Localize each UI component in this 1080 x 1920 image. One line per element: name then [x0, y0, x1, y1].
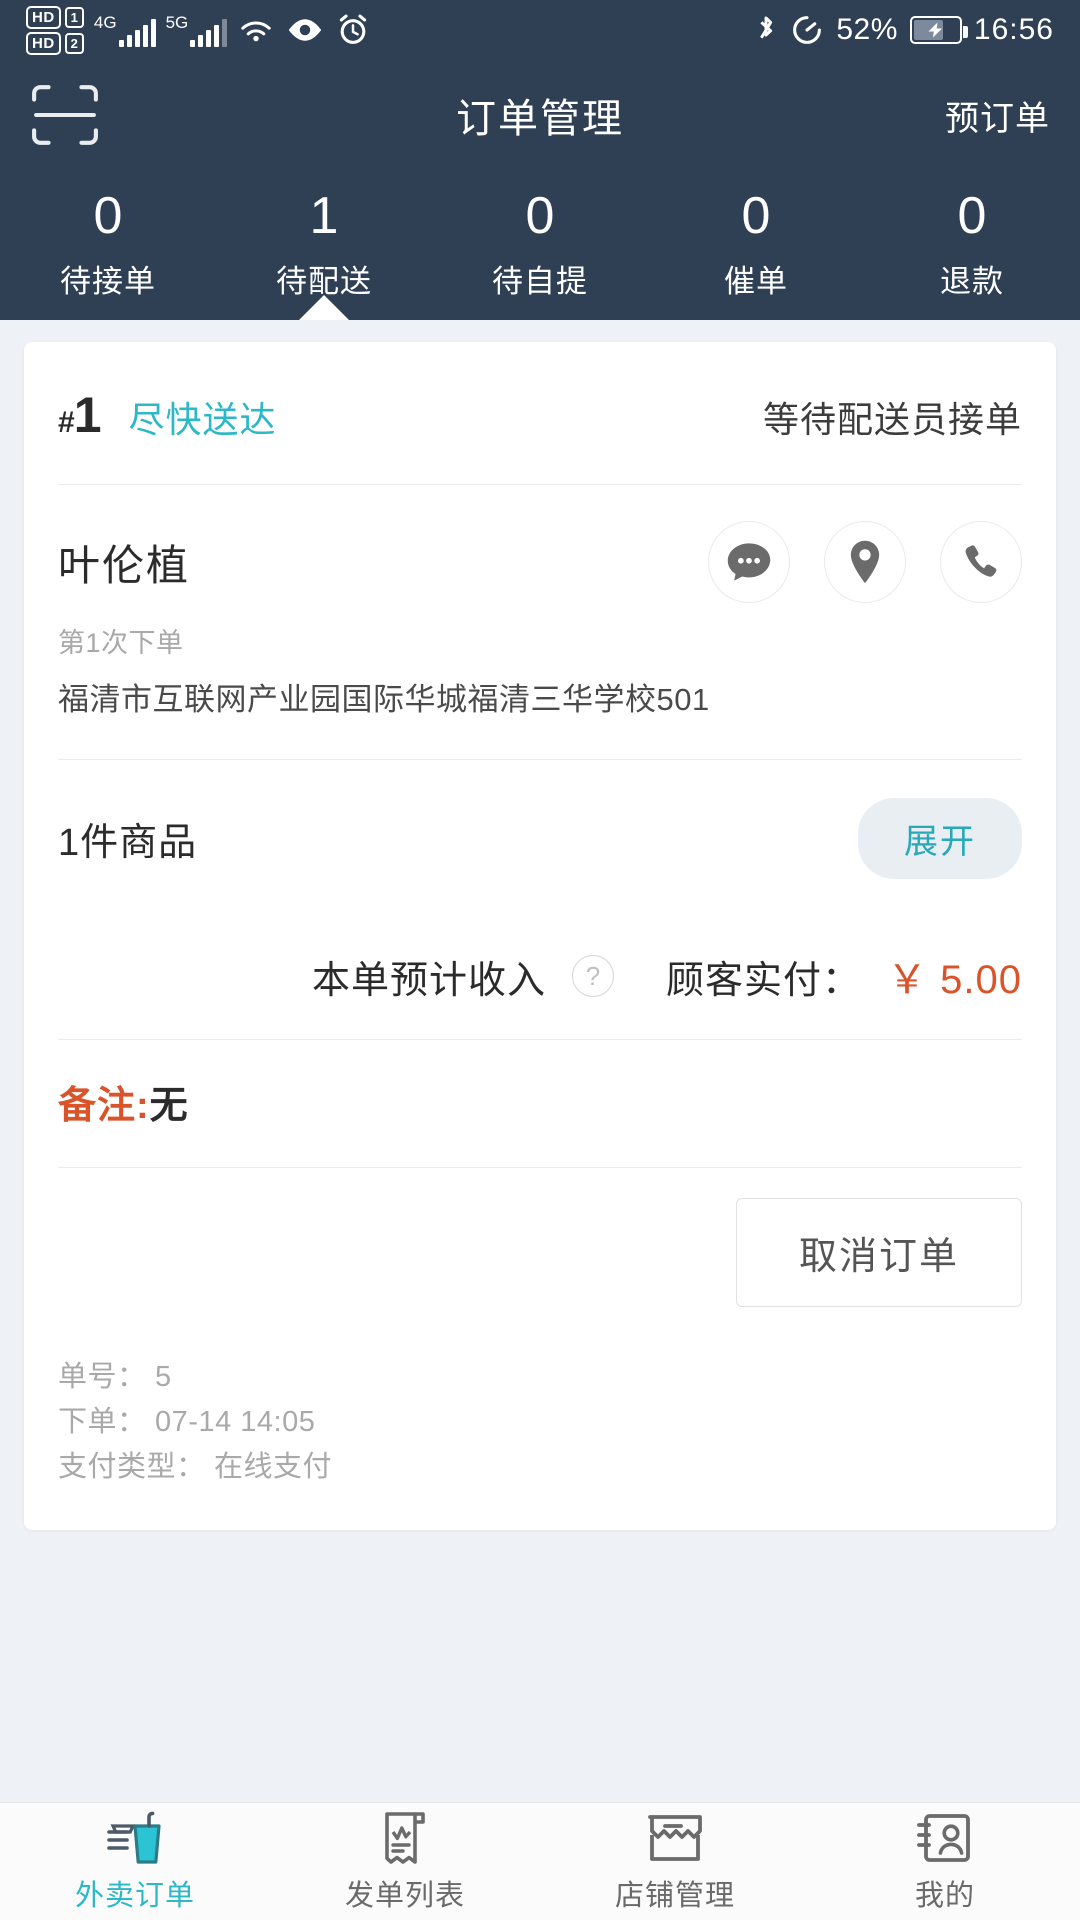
customer-address: 福清市互联网产业园国际华城福清三华学校501	[58, 682, 710, 717]
tab-count: 1	[309, 186, 339, 245]
help-icon[interactable]: ?	[572, 955, 615, 997]
phone-icon[interactable]	[940, 521, 1022, 603]
tab-label: 待自提	[492, 263, 588, 299]
alarm-icon	[335, 13, 371, 47]
nav-label: 我的	[914, 1879, 975, 1912]
order-status-text: 等待配送员接单	[762, 399, 1022, 440]
wifi-icon	[237, 15, 275, 45]
tab-count: 0	[957, 186, 987, 245]
receipt-icon	[379, 1810, 431, 1866]
order-card-header: #1 尽快送达 等待配送员接单	[58, 342, 1022, 484]
tab-count: 0	[741, 186, 771, 245]
sim-number-2: 2	[64, 32, 84, 54]
customer-paid-amount: ￥ 5.00	[887, 958, 1022, 1002]
tab-pending-delivery[interactable]: 1 待配送	[216, 170, 432, 321]
sim-number-1: 1	[64, 6, 84, 28]
profile-card-icon	[916, 1810, 974, 1866]
payment-type-line: 支付类型： 在线支付	[58, 1450, 333, 1483]
signal-4g-indicator: 4G	[94, 14, 156, 47]
customer-block: 叶伦植 第1次下单 福清市互联网产业园国际华城福清三华学校501	[58, 485, 1022, 759]
goods-count-label: 1件商品	[58, 822, 198, 864]
remark-value: 无	[149, 1085, 189, 1127]
remark-row: 备注:无	[58, 1040, 1022, 1167]
cancel-order-button[interactable]: 取消订单	[735, 1198, 1022, 1307]
goods-row: 1件商品 展开	[58, 760, 1022, 917]
tab-pending-accept[interactable]: 0 待接单	[0, 170, 216, 320]
tab-count: 0	[525, 186, 555, 245]
app-header: 订单管理 预订单 0 待接单 1 待配送 0 待自提 0 催单 0 退款	[0, 60, 1080, 324]
order-actions: 取消订单	[58, 1168, 1022, 1341]
hd-volte-indicator: HD 1 HD 2	[26, 5, 84, 55]
location-icon[interactable]	[824, 521, 906, 603]
order-card[interactable]: #1 尽快送达 等待配送员接单 叶伦植 第1次下单 福清市互联网产业园国际华城福…	[24, 342, 1056, 1530]
order-number-value: 1	[73, 387, 102, 443]
status-bar-left: HD 1 HD 2 4G 5G	[26, 5, 371, 55]
tab-refund[interactable]: 0 退款	[864, 170, 1080, 320]
order-footer-info: 单号： 5 下单： 07-14 14:05 支付类型： 在线支付	[58, 1341, 1022, 1530]
nav-label: 外卖订单	[74, 1879, 195, 1912]
income-row: 本单预计收入 ? 顾客实付： ￥ 5.00	[58, 917, 1022, 1039]
nav-label: 店铺管理	[614, 1879, 735, 1912]
page-title: 订单管理	[456, 97, 624, 141]
order-id-line: 单号： 5	[58, 1361, 172, 1393]
order-time-line: 下单： 07-14 14:05	[58, 1405, 316, 1438]
status-bar: HD 1 HD 2 4G 5G 52% 16:56	[0, 0, 1080, 60]
bluetooth-icon	[754, 13, 778, 47]
hash-symbol: #	[58, 406, 75, 439]
nav-label: 发单列表	[344, 1879, 465, 1912]
customer-name: 叶伦植	[58, 541, 191, 589]
network-type-4g: 4G	[93, 12, 117, 32]
nav-item-takeout-orders[interactable]: 外卖订单	[0, 1803, 270, 1920]
expand-goods-button[interactable]: 展开	[858, 798, 1022, 879]
delivery-speed-tag: 尽快送达	[128, 399, 277, 440]
battery-charging-icon	[909, 16, 968, 44]
tab-label: 待配送	[276, 263, 372, 299]
status-bar-clock: 16:56	[973, 13, 1054, 46]
customer-row: 叶伦植	[58, 485, 1022, 603]
order-status-tabs: 0 待接单 1 待配送 0 待自提 0 催单 0 退款	[0, 170, 1080, 321]
hd-badge-1: HD	[26, 5, 61, 29]
order-sequence-number: #1	[58, 386, 101, 444]
tab-count: 0	[93, 186, 123, 245]
tab-pending-pickup[interactable]: 0 待自提	[432, 170, 648, 320]
signal-bars-1	[118, 18, 156, 47]
tab-label: 催单	[724, 263, 788, 299]
customer-actions	[708, 521, 1022, 603]
estimated-income-label: 本单预计收入	[312, 959, 547, 1002]
battery-percent: 52%	[836, 13, 898, 46]
network-type-5g: 5G	[165, 12, 189, 32]
status-bar-right: 52% 16:56	[754, 13, 1054, 47]
signal-bars-2	[190, 18, 228, 47]
signal-5g-indicator: 5G	[166, 14, 228, 47]
customer-meta: 第1次下单 福清市互联网产业园国际华城福清三华学校501	[58, 603, 1022, 719]
customer-order-times: 第1次下单	[58, 628, 184, 658]
preorder-link[interactable]: 预订单	[945, 91, 1050, 140]
order-list: #1 尽快送达 等待配送员接单 叶伦植 第1次下单 福清市互联网产业园国际华城福…	[0, 320, 1080, 1802]
customer-paid-label: 顾客实付：	[666, 959, 862, 1002]
shop-icon	[645, 1810, 705, 1866]
bottom-navigation: 外卖订单 发单列表 店铺管理 我的	[0, 1802, 1080, 1920]
tab-label: 待接单	[60, 263, 156, 299]
data-saver-icon	[790, 13, 824, 47]
remark-label: 备注:	[58, 1085, 150, 1127]
chat-icon[interactable]	[708, 521, 790, 603]
nav-item-profile[interactable]: 我的	[810, 1803, 1080, 1920]
tab-label: 退款	[940, 263, 1004, 299]
nav-item-dispatch-list[interactable]: 发单列表	[270, 1803, 540, 1920]
hd-badge-2: HD	[26, 31, 61, 55]
tab-urge-order[interactable]: 0 催单	[648, 170, 864, 320]
eye-icon	[285, 16, 325, 44]
nav-item-shop-management[interactable]: 店铺管理	[540, 1803, 810, 1920]
header-top-bar: 订单管理 预订单	[0, 60, 1080, 170]
active-tab-arrow-icon	[298, 295, 350, 321]
drink-cup-icon	[103, 1810, 167, 1866]
